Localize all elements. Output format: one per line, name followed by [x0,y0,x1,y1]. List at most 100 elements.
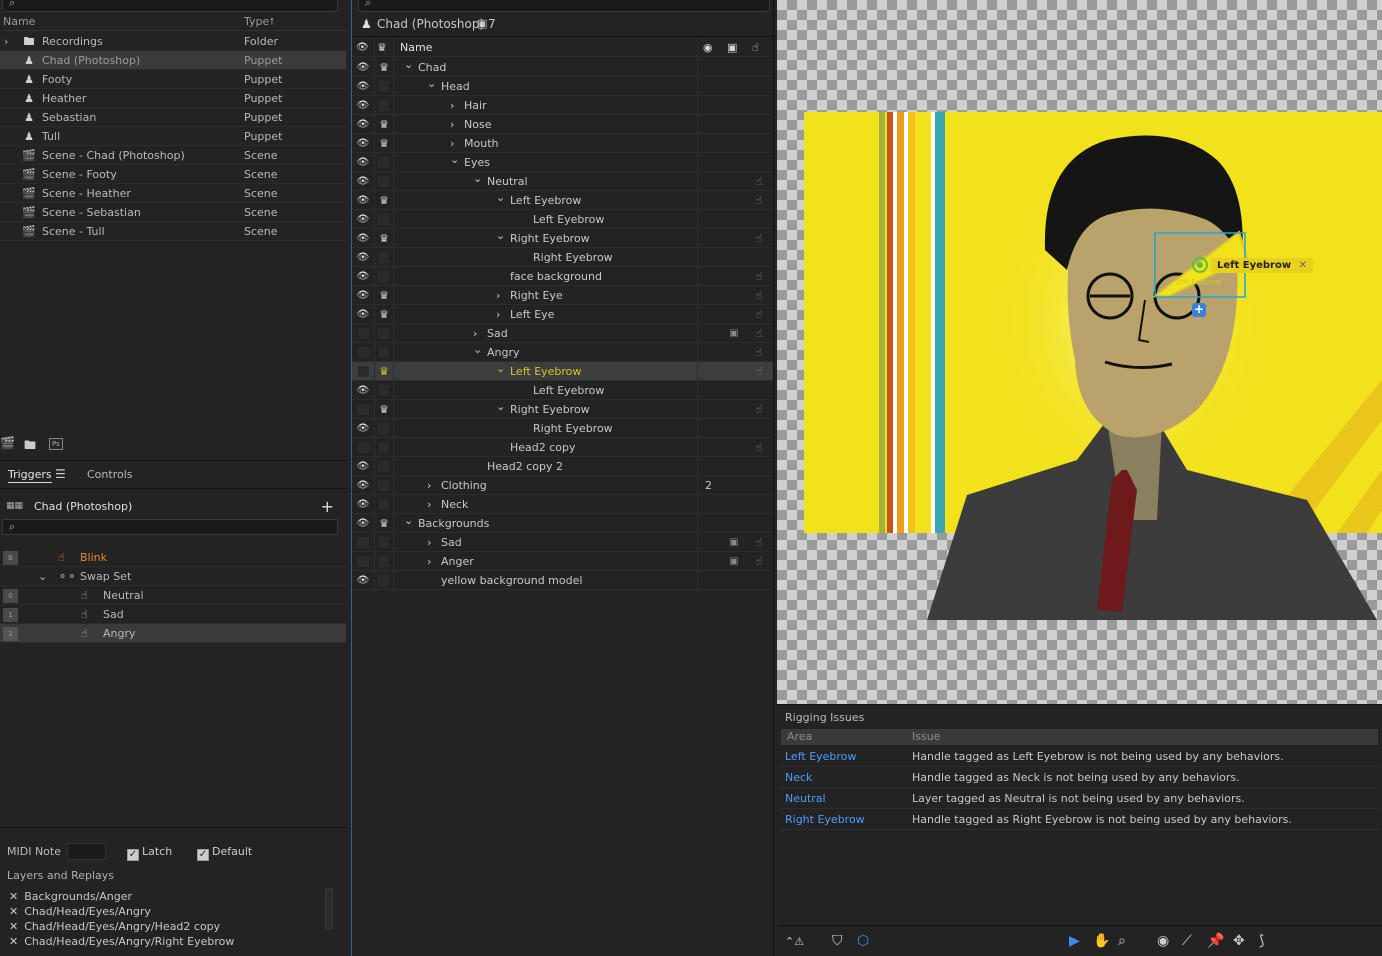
independent-toggle[interactable] [378,252,389,263]
project-item[interactable]: 🎬 Scene - Tull Scene [0,222,346,241]
zoom-tool-icon[interactable]: ⌕ [1118,933,1126,949]
visibility-toggle[interactable] [358,537,369,548]
visibility-toggle[interactable] [358,556,369,567]
mesh-icon[interactable]: ⛉ [832,933,843,949]
independent-toggle[interactable] [378,442,389,453]
puppet-layer-row[interactable]: 👁 ⌄ Neutral ☝ [352,169,773,191]
eye-icon[interactable]: 👁 [356,476,370,495]
issue-row[interactable]: Left Eyebrow Handle tagged as Left Eyebro… [781,746,1378,767]
independent-toggle[interactable] [378,461,389,472]
project-item[interactable]: ♟ Sebastian Puppet [0,108,346,127]
crown-icon[interactable]: ♛ [376,514,392,533]
trigger-row[interactable]: 2 ☝ Angry [0,624,346,643]
chevron-down-icon[interactable]: ⌄ [427,74,436,93]
remove-icon[interactable]: ✕ [9,890,18,903]
chevron-right-icon[interactable]: › [427,533,431,552]
latch-checkbox[interactable]: ✓ Latch [127,845,172,861]
puppet-layer-row[interactable]: ♛ ⌄ Right Eyebrow ☝ [352,400,773,419]
issue-area-link[interactable]: Neutral [785,788,826,809]
independent-toggle[interactable] [378,423,389,434]
chevron-down-icon[interactable]: ⌄ [496,188,505,207]
puppet-layer-row[interactable]: 👁 Left Eyebrow [352,381,773,400]
independent-toggle[interactable] [378,556,389,567]
stick-tool-icon[interactable]: ⟋ [1182,933,1192,949]
chevron-down-icon[interactable]: ⌄ [404,511,413,530]
issues-col-issue[interactable]: Issue [912,730,940,743]
tab-controls[interactable]: Controls [87,468,133,481]
layers-scrollbar[interactable] [325,888,333,930]
issue-row[interactable]: Neck Handle tagged as Neck is not being u… [781,767,1378,788]
chevron-down-icon[interactable]: ⌄ [450,150,459,169]
layer-entry[interactable]: ✕ Chad/Head/Eyes/Angry/Head2 copy [9,920,220,933]
puppet-layer-row[interactable]: Head2 copy ☝ [352,438,773,457]
puppet-layer-row[interactable]: › Anger ▣ ☝ [352,552,773,571]
puppet-layer-row[interactable]: 👁 ♛ ⌄ Backgrounds [352,511,773,533]
visibility-toggle[interactable] [358,366,369,377]
photoshop-icon[interactable]: Ps [49,438,63,450]
crown-icon[interactable]: ♛ [376,58,392,77]
puppet-layer-row[interactable]: 👁 › Clothing 2 [352,476,773,495]
puppet-layer-row[interactable]: › Sad ▣ ☝ [352,533,773,552]
puppet-layer-row[interactable]: 👁 face background ☝ [352,267,773,286]
crown-icon[interactable]: ♛ [376,362,392,381]
eye-icon[interactable]: 👁 [356,457,370,476]
brush-tool-icon[interactable]: ⟆ [1259,933,1264,949]
warning-icon[interactable]: ⌃⚠ [785,935,804,948]
project-col-type[interactable]: Type [244,15,269,28]
independent-toggle[interactable] [378,176,389,187]
independent-toggle[interactable] [378,575,389,586]
project-search-input[interactable]: ⌕ [2,0,338,12]
independent-toggle[interactable] [378,347,389,358]
puppet-layer-row[interactable]: › Sad ▣ ☝ [352,324,773,343]
trigger-row[interactable]: 1 ☝ Sad [0,605,346,624]
puppet-layer-row[interactable]: ⌄ Angry ☝ [352,343,773,362]
issue-area-link[interactable]: Neck [785,767,812,788]
eye-icon[interactable]: 👁 [356,305,370,324]
crown-icon[interactable]: ♛ [376,400,392,419]
issues-col-area[interactable]: Area [787,730,812,743]
eye-icon[interactable]: 👁 [356,58,370,77]
project-item[interactable]: 🎬 Scene - Sebastian Scene [0,203,346,222]
puppet-artwork[interactable]: Left Eyebrow [777,0,1382,704]
visibility-toggle[interactable] [358,404,369,415]
independent-toggle[interactable] [378,271,389,282]
crown-icon[interactable]: ♛ [376,115,392,134]
eye-icon[interactable]: 👁 [356,172,370,191]
independent-toggle[interactable] [378,214,389,225]
puppet-layer-row[interactable]: 👁 ♛ ⌄ Chad [352,55,773,77]
hand-tool-icon[interactable]: ✋ [1093,933,1110,949]
remove-icon[interactable]: ✕ [9,935,18,948]
puppet-layer-row[interactable]: ♛ ⌄ Left Eyebrow ☝ [352,362,773,381]
independent-toggle[interactable] [378,385,389,396]
project-item[interactable]: ♟ Footy Puppet [0,70,346,89]
pin-tool-icon[interactable]: 📌 [1207,933,1224,949]
independent-toggle[interactable] [378,480,389,491]
trigger-row[interactable]: 0 ☝ Neutral [0,586,346,605]
eye-icon[interactable]: 👁 [356,495,370,514]
chevron-down-icon[interactable]: ⌄ [404,55,413,74]
eye-icon[interactable]: 👁 [356,514,370,533]
puppet-layer-row[interactable]: 👁 Left Eyebrow [352,210,773,229]
project-item[interactable]: ♟ Tull Puppet [0,127,346,146]
eye-icon[interactable]: 👁 [356,153,370,172]
visibility-toggle[interactable] [358,328,369,339]
crown-icon[interactable]: ♛ [376,286,392,305]
puppet-layer-row[interactable]: 👁 ♛ › Mouth [352,134,773,153]
puppet-layer-row[interactable]: 👁 ♛ ⌄ Right Eyebrow ☝ [352,229,773,248]
crown-icon[interactable]: ♛ [376,134,392,153]
eye-icon[interactable]: 👁 [356,191,370,210]
chevron-down-icon[interactable]: ⌄ [473,169,482,188]
puppet-layer-row[interactable]: 👁 ⌄ Eyes [352,150,773,172]
puppet-layer-row[interactable]: 👁 ♛ › Nose [352,115,773,134]
puppet-layer-row[interactable]: 👁 ♛ ⌄ Left Eyebrow ☝ [352,188,773,210]
puppet-layer-row[interactable]: 👁 ♛ › Right Eye ☝ [352,286,773,305]
independent-toggle[interactable] [378,100,389,111]
eye-icon[interactable]: 👁 [356,229,370,248]
crown-icon[interactable]: ♛ [376,305,392,324]
chevron-right-icon[interactable]: › [450,96,454,115]
eye-icon[interactable]: 👁 [356,267,370,286]
eye-icon[interactable]: 👁 [356,248,370,267]
chevron-right-icon[interactable]: › [450,115,454,134]
crown-icon[interactable]: ♛ [376,229,392,248]
project-item[interactable]: ♟ Heather Puppet [0,89,346,108]
